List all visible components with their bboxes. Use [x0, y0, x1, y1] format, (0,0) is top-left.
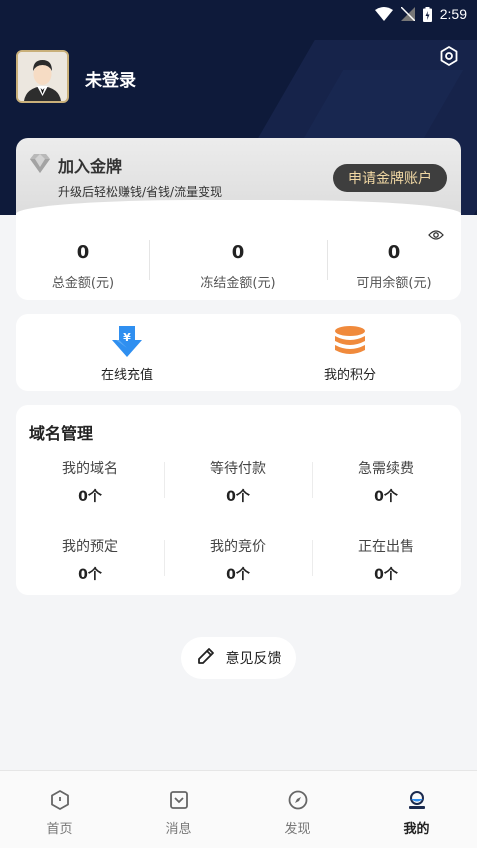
domain-item-count: 0个	[226, 567, 250, 583]
login-status[interactable]: 未登录	[85, 66, 136, 91]
bottom-tab-bar: 首页 消息 发现 我的	[0, 770, 477, 848]
my-points-button[interactable]: 我的积分	[280, 324, 420, 383]
gold-banner-subtitle: 升级后轻松赚钱/省钱/流量变现	[58, 185, 223, 199]
yuan-download-icon: ¥	[110, 324, 144, 358]
battery-icon	[422, 6, 432, 22]
balance-value: 0	[76, 242, 90, 263]
quick-action-label: 在线充值	[100, 368, 153, 383]
domain-item-count: 0个	[78, 567, 102, 583]
pencil-icon	[196, 646, 216, 670]
quick-action-label: 我的积分	[323, 368, 376, 383]
profile-icon	[406, 789, 428, 811]
home-icon	[49, 789, 71, 811]
tab-discover[interactable]: 发现	[238, 789, 357, 837]
domain-item-count: 0个	[374, 567, 398, 583]
gold-banner-title: 加入金牌	[58, 157, 123, 176]
tab-label: 发现	[284, 822, 311, 837]
balance-label: 可用余额(元)	[356, 276, 432, 291]
no-signal-icon	[400, 7, 415, 21]
my-bids-item[interactable]: 我的竞价 0个	[164, 536, 312, 584]
domain-item-label: 我的竞价	[210, 539, 266, 555]
balance-available: 0 可用余额(元)	[320, 242, 468, 291]
domain-item-count: 0个	[78, 489, 102, 505]
svg-text:¥: ¥	[123, 331, 131, 344]
tab-home[interactable]: 首页	[0, 789, 119, 837]
tab-label: 消息	[165, 822, 192, 837]
balance-value: 0	[387, 242, 401, 263]
status-bar: 2:59	[0, 0, 477, 28]
domain-item-label: 急需续费	[358, 461, 414, 477]
pending-payment-item[interactable]: 等待付款 0个	[164, 458, 312, 506]
domain-item-label: 等待付款	[210, 461, 266, 477]
balance-frozen: 0 冻结金额(元)	[164, 242, 312, 291]
urgent-renewal-item[interactable]: 急需续费 0个	[312, 458, 460, 506]
compass-icon	[287, 789, 309, 811]
tab-label: 首页	[46, 822, 73, 837]
diamond-logo-icon	[28, 153, 52, 175]
online-recharge-button[interactable]: ¥ 在线充值	[57, 324, 197, 383]
settings-button[interactable]	[437, 44, 461, 68]
domain-management-title: 域名管理	[29, 424, 94, 443]
message-icon	[168, 789, 190, 811]
my-domains-item[interactable]: 我的域名 0个	[16, 458, 164, 506]
coin-stack-icon	[333, 324, 367, 358]
avatar[interactable]	[16, 50, 69, 103]
feedback-label: 意见反馈	[225, 651, 282, 667]
on-sale-item[interactable]: 正在出售 0个	[312, 536, 460, 584]
tab-label: 我的	[403, 822, 430, 837]
eye-icon[interactable]	[428, 227, 444, 241]
settings-icon	[440, 46, 458, 66]
balance-label: 总金额(元)	[51, 276, 115, 291]
my-reservations-item[interactable]: 我的预定 0个	[16, 536, 164, 584]
domain-item-count: 0个	[374, 489, 398, 505]
divider	[149, 240, 150, 280]
balance-value: 0	[231, 242, 245, 263]
wifi-icon	[374, 7, 393, 21]
tab-profile[interactable]: 我的	[357, 789, 476, 837]
balance-label: 冻结金额(元)	[200, 276, 276, 291]
domain-item-count: 0个	[226, 489, 250, 505]
balance-total: 0 总金额(元)	[9, 242, 157, 291]
apply-gold-account-button[interactable]: 申请金牌账户	[333, 164, 447, 192]
status-time: 2:59	[439, 6, 467, 22]
domain-item-label: 正在出售	[358, 539, 414, 555]
tab-messages[interactable]: 消息	[119, 789, 238, 837]
domain-item-label: 我的域名	[62, 461, 118, 477]
feedback-button[interactable]: 意见反馈	[181, 637, 296, 679]
domain-item-label: 我的预定	[62, 539, 118, 555]
